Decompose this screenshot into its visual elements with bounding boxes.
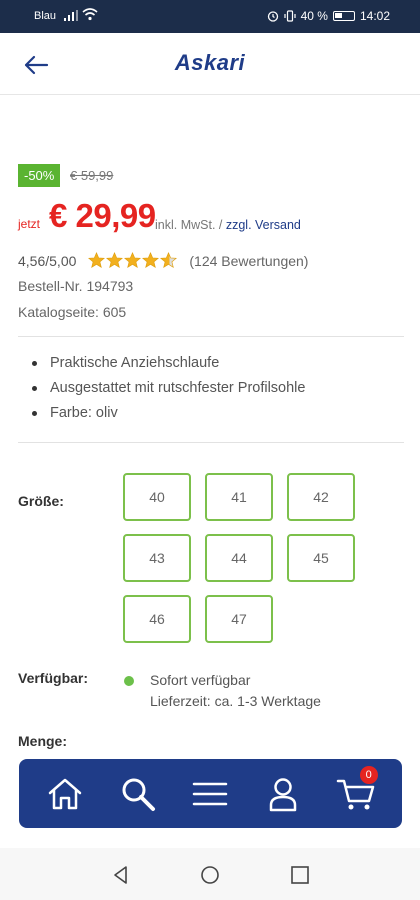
status-bar: Blau 40 % 14:02 bbox=[0, 0, 420, 33]
size-option-44[interactable]: 44 bbox=[205, 534, 273, 582]
bottom-nav: 0 bbox=[19, 759, 402, 828]
quantity-label: Menge: bbox=[18, 733, 67, 749]
nav-account[interactable] bbox=[261, 772, 305, 816]
search-icon bbox=[122, 778, 155, 811]
menu-icon bbox=[193, 782, 228, 805]
askari-logo[interactable]: Askari bbox=[0, 50, 420, 76]
wifi-icon bbox=[82, 8, 98, 21]
delivery-time: Lieferzeit: ca. 1-3 Werktage bbox=[150, 693, 321, 709]
availability-dot bbox=[124, 676, 134, 686]
star-icon bbox=[142, 252, 160, 269]
rating-stars bbox=[88, 252, 178, 269]
discount-badge: -50% bbox=[18, 164, 61, 187]
price-prefix: jetzt bbox=[18, 217, 41, 231]
battery-percent: 40 % bbox=[300, 9, 328, 23]
nav-menu[interactable] bbox=[188, 772, 232, 816]
nav-home[interactable] bbox=[43, 772, 87, 816]
shipping-link[interactable]: zzgl. Versand bbox=[226, 218, 301, 232]
availability-status: Sofort verfügbar bbox=[150, 672, 251, 688]
vat-text: inkl. MwSt. / bbox=[155, 218, 226, 232]
clock: 14:02 bbox=[359, 9, 390, 23]
list-item: Ausgestattet mit rutschfester Profilsohl… bbox=[32, 377, 305, 402]
system-back-icon[interactable] bbox=[110, 864, 132, 886]
current-price: € 29,99 bbox=[49, 197, 156, 234]
size-option-40[interactable]: 40 bbox=[123, 473, 191, 521]
cart-count-badge: 0 bbox=[359, 765, 378, 784]
reviews-count[interactable]: (124 Bewertungen) bbox=[189, 253, 308, 269]
nav-cart[interactable]: 0 bbox=[334, 765, 378, 816]
app-header: Askari bbox=[0, 33, 420, 95]
list-item: Farbe: oliv bbox=[32, 402, 305, 427]
system-home-icon[interactable] bbox=[199, 864, 221, 886]
feature-list: Praktische Anziehschlaufe Ausgestattet m… bbox=[32, 352, 305, 427]
availability-text: Sofort verfügbar Lieferzeit: ca. 1-3 Wer… bbox=[150, 670, 321, 712]
star-icon bbox=[88, 252, 106, 269]
rating-row[interactable]: 4,56/5,00 (124 Bewertungen) bbox=[18, 252, 308, 269]
divider bbox=[18, 442, 404, 443]
catalog-page: Katalogseite: 605 bbox=[18, 304, 127, 320]
list-item: Praktische Anziehschlaufe bbox=[32, 352, 305, 377]
account-icon bbox=[269, 777, 297, 811]
alarm-icon bbox=[267, 11, 278, 22]
nav-search[interactable] bbox=[116, 772, 160, 816]
availability-label: Verfügbar: bbox=[18, 670, 89, 686]
order-number: Bestell-Nr. 194793 bbox=[18, 278, 134, 294]
signal-icon bbox=[64, 10, 78, 21]
size-option-42[interactable]: 42 bbox=[287, 473, 355, 521]
vibrate-icon bbox=[284, 10, 296, 22]
size-option-47[interactable]: 47 bbox=[205, 595, 273, 643]
system-recents-icon[interactable] bbox=[289, 864, 311, 886]
size-label: Größe: bbox=[18, 493, 64, 509]
size-option-41[interactable]: 41 bbox=[205, 473, 273, 521]
size-option-46[interactable]: 46 bbox=[123, 595, 191, 643]
rating-value: 4,56/5,00 bbox=[18, 252, 77, 269]
star-icon bbox=[124, 252, 142, 269]
vat-info: inkl. MwSt. / zzgl. Versand bbox=[155, 218, 301, 232]
star-icon bbox=[106, 252, 124, 269]
home-icon bbox=[49, 778, 82, 809]
old-price: € 59,99 bbox=[70, 168, 114, 183]
size-option-45[interactable]: 45 bbox=[287, 534, 355, 582]
carrier-label: Blau bbox=[34, 10, 57, 22]
battery-icon bbox=[332, 11, 355, 21]
size-option-43[interactable]: 43 bbox=[123, 534, 191, 582]
divider bbox=[18, 336, 404, 337]
system-nav-bar bbox=[0, 848, 420, 900]
star-icon bbox=[160, 252, 178, 269]
